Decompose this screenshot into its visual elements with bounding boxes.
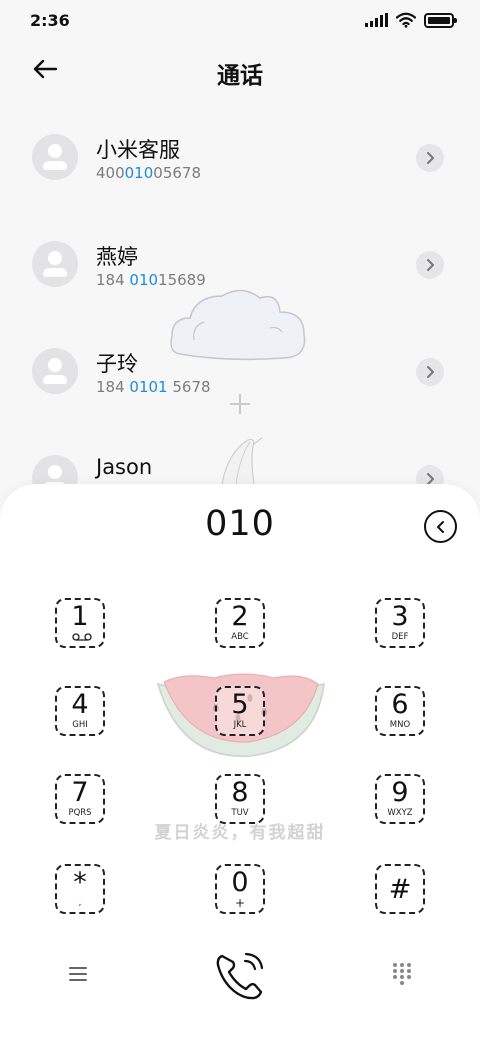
key-6[interactable]: 6 MNO bbox=[375, 686, 425, 736]
delete-button[interactable] bbox=[424, 510, 457, 543]
avatar bbox=[32, 348, 78, 394]
key-7[interactable]: 7 PQRS bbox=[55, 774, 105, 824]
contact-detail-button[interactable] bbox=[416, 144, 444, 172]
avatar bbox=[32, 241, 78, 287]
voicemail-icon bbox=[72, 633, 92, 641]
key-2[interactable]: 2 ABC bbox=[215, 598, 265, 648]
dial-pad-sheet: 010 夏日炎炎，有我超甜 1 2 ABC 3 DEF 4 GHI 5 JKL bbox=[0, 484, 480, 1040]
key-3[interactable]: 3 DEF bbox=[375, 598, 425, 648]
contact-detail-button[interactable] bbox=[416, 251, 444, 279]
contact-name: Jason bbox=[96, 455, 153, 479]
key-hash[interactable]: # bbox=[375, 864, 425, 914]
avatar bbox=[32, 134, 78, 180]
key-5[interactable]: 5 JKL bbox=[215, 686, 265, 736]
contact-number: 184 0101 5678 bbox=[96, 378, 211, 396]
signal-icon bbox=[365, 13, 388, 27]
phone-icon bbox=[216, 952, 264, 1000]
cloud-decoration bbox=[170, 289, 306, 361]
key-star[interactable]: * , bbox=[55, 864, 105, 914]
call-button[interactable] bbox=[212, 948, 268, 1004]
contact-item[interactable]: 小米客服 40001005678 bbox=[0, 104, 480, 211]
contact-number: 40001005678 bbox=[96, 164, 201, 182]
number-match: 0101 bbox=[129, 378, 168, 396]
chevron-right-icon bbox=[427, 152, 434, 164]
number-match: 010 bbox=[124, 164, 154, 182]
plus-decoration bbox=[228, 392, 252, 416]
key-8[interactable]: 8 TUV bbox=[215, 774, 265, 824]
chevron-right-icon bbox=[427, 366, 434, 378]
key-4[interactable]: 4 GHI bbox=[55, 686, 105, 736]
chevron-left-circle-icon bbox=[436, 520, 444, 533]
contact-detail-button[interactable] bbox=[416, 358, 444, 386]
umbrella-decoration bbox=[221, 437, 263, 484]
menu-icon bbox=[69, 967, 87, 981]
battery-icon bbox=[424, 12, 457, 28]
dialer-bottom-bar bbox=[0, 940, 480, 1010]
chevron-right-icon bbox=[427, 259, 434, 271]
key-1[interactable]: 1 bbox=[55, 598, 105, 648]
dialed-number: 010 bbox=[205, 504, 275, 544]
wifi-icon bbox=[396, 12, 416, 28]
key-0[interactable]: 0 + bbox=[215, 864, 265, 914]
contact-name: 子玲 bbox=[96, 352, 138, 376]
contact-name: 小米客服 bbox=[96, 138, 180, 162]
dialpad-icon bbox=[393, 963, 411, 985]
page-title: 通话 bbox=[217, 63, 263, 89]
number-match: 010 bbox=[129, 271, 159, 289]
contact-name: 燕婷 bbox=[96, 245, 138, 269]
status-time: 2:36 bbox=[30, 11, 70, 30]
status-bar: 2:36 bbox=[0, 0, 480, 44]
menu-button[interactable] bbox=[66, 962, 90, 986]
keypad-toggle-button[interactable] bbox=[390, 960, 414, 988]
status-icons bbox=[365, 11, 457, 29]
key-9[interactable]: 9 WXYZ bbox=[375, 774, 425, 824]
header: 通话 bbox=[0, 44, 480, 96]
